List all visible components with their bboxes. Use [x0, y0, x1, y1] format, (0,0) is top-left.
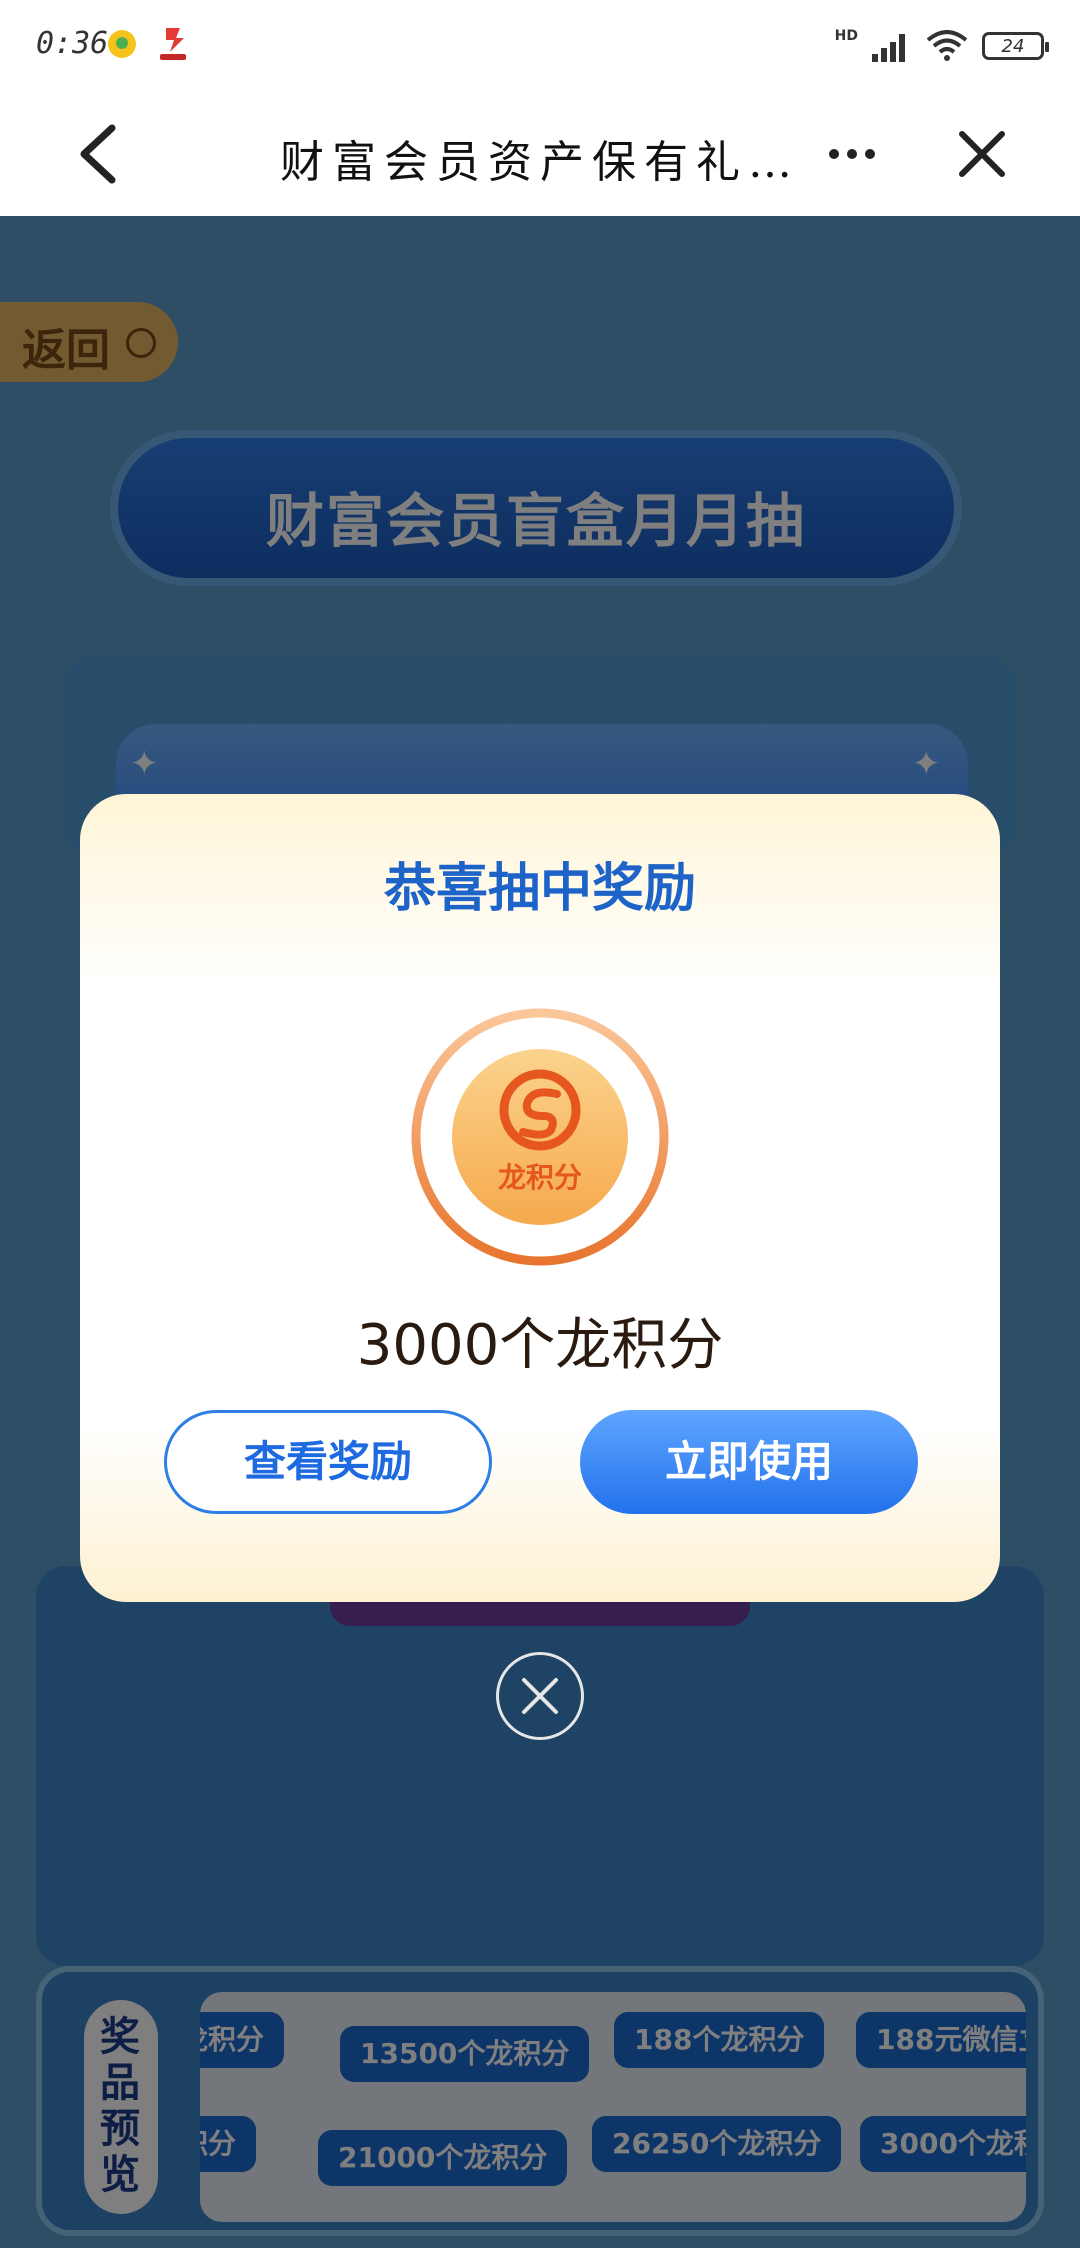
title-bar: 财富会员资产保有礼…	[0, 92, 1080, 216]
network-type: HD	[834, 28, 858, 44]
app-notification-icon	[160, 28, 186, 60]
prize-amount: 3000个龙积分	[356, 1313, 724, 1378]
more-icon[interactable]	[826, 134, 878, 174]
signal-icon	[872, 34, 905, 62]
use-now-button[interactable]: 立即使用	[580, 1410, 918, 1514]
status-time: 0:36	[36, 26, 109, 61]
page-title: 财富会员资产保有礼…	[280, 137, 800, 188]
battery-icon: 24	[982, 32, 1049, 60]
coin-graphic	[411, 1008, 669, 1266]
app-notification-icon	[108, 30, 136, 58]
close-icon[interactable]	[956, 128, 1008, 180]
status-bar: 0:36 HD 24	[0, 0, 1080, 92]
close-icon	[522, 1678, 558, 1714]
modal-close-button[interactable]	[496, 1652, 584, 1740]
coin-label: 龙积分	[497, 1161, 582, 1194]
modal-title: 恭喜抽中奖励	[383, 859, 696, 919]
dragon-points-coin-icon: 龙积分	[411, 1008, 669, 1266]
prize-modal: 恭喜抽中奖励 龙积分 3000个龙积分 查看奖励 立即使用	[80, 794, 1000, 1602]
status-indicators: HD 24	[834, 26, 1049, 66]
view-reward-button[interactable]: 查看奖励	[164, 1410, 492, 1514]
wifi-icon	[926, 30, 968, 61]
